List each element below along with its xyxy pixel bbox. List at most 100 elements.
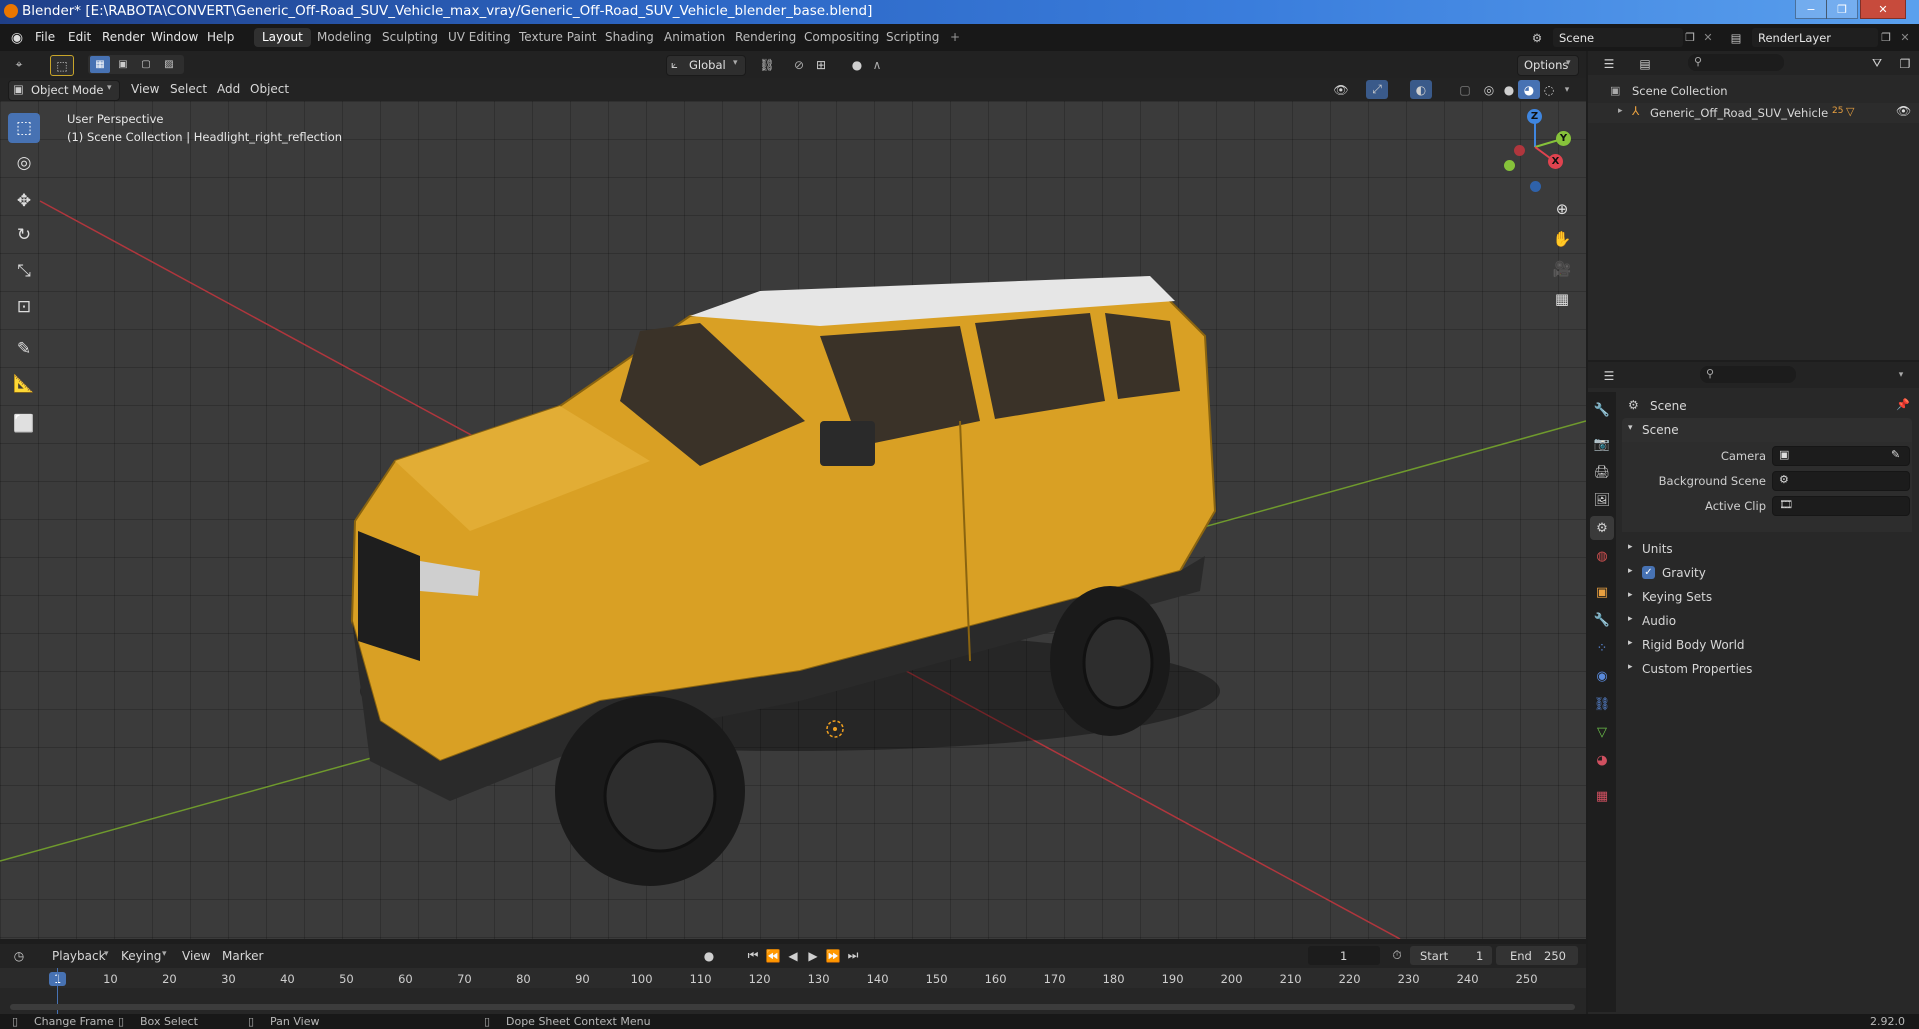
3d-viewport[interactable]: User Perspective (1) Scene Collection | … (0, 101, 1586, 939)
current-frame-field[interactable]: 1 (1308, 946, 1380, 965)
panel-gravity[interactable]: ▸ ✓ Gravity (1622, 562, 1912, 584)
properties-search-input[interactable]: ⚲ (1700, 366, 1796, 383)
select-extend-icon[interactable]: ▣ (113, 56, 133, 73)
menu-render[interactable]: Render (102, 30, 145, 44)
select-new-icon[interactable]: ▦ (90, 56, 110, 73)
navigation-gizmo[interactable]: Z Y X (1490, 109, 1580, 199)
timeline-editor-type-icon[interactable]: ◷ (8, 946, 30, 965)
outliner-search-input[interactable]: ⚲ (1688, 54, 1784, 71)
filter-icon[interactable]: ⛛ (1866, 54, 1888, 73)
material-props-tab-icon[interactable]: ◕ (1590, 748, 1614, 772)
chevron-down-icon[interactable]: ▾ (1560, 82, 1574, 98)
tab-sculpting[interactable]: Sculpting (374, 28, 446, 47)
scale-tool-icon[interactable]: ⤡ (8, 256, 40, 286)
maximize-button[interactable]: ❐ (1826, 0, 1858, 19)
shading-solid-icon[interactable]: ● (1498, 80, 1520, 99)
add-cube-tool-icon[interactable]: ⬜ (8, 409, 40, 439)
active-clip-field[interactable]: 🎞 (1772, 496, 1910, 516)
gizmo-x-axis[interactable]: X (1548, 154, 1563, 169)
texture-props-tab-icon[interactable]: ▦ (1590, 784, 1614, 808)
pan-hand-icon[interactable]: ✋ (1548, 225, 1576, 253)
shading-material-icon[interactable]: ◕ (1518, 80, 1540, 99)
gizmo-neg-z[interactable] (1530, 181, 1541, 192)
scene-section-header[interactable]: ▾ Scene (1622, 418, 1912, 442)
add-workspace-button[interactable]: + (942, 28, 968, 47)
play-reverse-icon[interactable]: ◀ (782, 946, 804, 965)
menu-file[interactable]: File (35, 30, 55, 44)
menu-add[interactable]: Add (217, 82, 240, 96)
shading-rendered-icon[interactable]: ◌ (1538, 80, 1560, 99)
timeline-ruler[interactable]: 1102030405060708090100110120130140150160… (0, 968, 1586, 988)
expand-arrow-icon[interactable]: ▸ (1618, 106, 1623, 116)
display-mode-icon[interactable]: ▤ (1634, 54, 1656, 73)
camera-field[interactable]: ▣ ✎ (1772, 446, 1910, 466)
visibility-selectability-icon[interactable]: 👁 (1330, 80, 1352, 99)
cursor-tool-icon[interactable]: ◎ (8, 148, 40, 178)
tab-uv-editing[interactable]: UV Editing (440, 28, 519, 47)
properties-editor-type-icon[interactable]: ☰ (1598, 366, 1620, 385)
panel-custom-properties[interactable]: ▸ Custom Properties (1622, 658, 1912, 680)
eyedropper-icon[interactable]: ✎ (1891, 448, 1900, 461)
render-layer-selector[interactable]: RenderLayer (1752, 28, 1878, 47)
auto-keying-icon[interactable]: ● (698, 946, 720, 965)
tab-compositing[interactable]: Compositing (796, 28, 887, 47)
mode-dropdown[interactable]: ▣ Object Mode ▾ (8, 80, 120, 101)
proportional-falloff-icon[interactable]: ∧ (866, 55, 888, 74)
new-scene-icon[interactable]: ❐ (1681, 28, 1699, 47)
outliner-row[interactable]: ▸ ⅄ Generic_Off_Road_SUV_Vehicle 25 ▽ 👁 (1588, 103, 1919, 123)
menu-help[interactable]: Help (207, 30, 234, 44)
menu-select[interactable]: Select (170, 82, 207, 96)
select-tool-icon[interactable]: ⬚ (8, 113, 40, 143)
annotate-tool-icon[interactable]: ✎ (8, 334, 40, 364)
menu-object[interactable]: Object (250, 82, 289, 96)
menu-timeline-view[interactable]: View (182, 949, 210, 963)
panel-rigid-body-world[interactable]: ▸ Rigid Body World (1622, 634, 1912, 656)
new-collection-icon[interactable]: ❐ (1894, 54, 1916, 73)
minimize-button[interactable]: − (1795, 0, 1827, 19)
tab-layout[interactable]: Layout (254, 28, 311, 47)
menu-edit[interactable]: Edit (68, 30, 91, 44)
new-view-layer-icon[interactable]: ❐ (1877, 28, 1895, 47)
show-gizmo-icon[interactable]: ⤢ (1366, 80, 1388, 99)
end-frame-field[interactable]: End 250 (1496, 946, 1578, 965)
modifier-props-tab-icon[interactable]: 🔧 (1590, 608, 1614, 632)
pin-icon[interactable]: 📌 (1896, 398, 1910, 411)
object-props-tab-icon[interactable]: ▣ (1590, 580, 1614, 604)
camera-view-icon[interactable]: 🎥 (1548, 255, 1576, 283)
select-invert-icon[interactable]: ▨ (159, 56, 179, 73)
jump-keyframe-back-icon[interactable]: ⏪ (762, 946, 784, 965)
blender-menu-icon[interactable]: ◉ (8, 29, 26, 47)
close-button[interactable]: ✕ (1860, 0, 1906, 19)
background-scene-field[interactable]: ⚙ (1772, 471, 1910, 491)
snap-target-icon[interactable]: ⊞ (810, 55, 832, 74)
transform-orientation-dropdown[interactable]: ⟀ Global ▾ (666, 55, 746, 76)
jump-keyframe-forward-icon[interactable]: ⏩ (822, 946, 844, 965)
jump-start-icon[interactable]: ⏮ (742, 946, 764, 965)
delete-scene-icon[interactable]: ✕ (1700, 28, 1716, 47)
gizmo-z-axis[interactable]: Z (1527, 109, 1542, 124)
gizmo-y-axis[interactable]: Y (1556, 131, 1571, 146)
rotate-tool-icon[interactable]: ↻ (8, 220, 40, 250)
gravity-checkbox[interactable]: ✓ (1642, 566, 1655, 579)
select-subtract-icon[interactable]: ▢ (136, 56, 156, 73)
zoom-icon[interactable]: ⊕ (1548, 195, 1576, 223)
tab-scripting[interactable]: Scripting (878, 28, 947, 47)
tab-texture-paint[interactable]: Texture Paint (511, 28, 604, 47)
tab-shading[interactable]: Shading (597, 28, 662, 47)
view-layer-props-tab-icon[interactable]: 🖼 (1590, 488, 1614, 512)
render-props-tab-icon[interactable]: 📷 (1590, 432, 1614, 456)
shading-wireframe-icon[interactable]: ◎ (1478, 80, 1500, 99)
start-frame-field[interactable]: Start 1 (1410, 946, 1492, 965)
panel-keying-sets[interactable]: ▸ Keying Sets (1622, 586, 1912, 608)
chevron-down-icon[interactable]: ▾ (1894, 368, 1908, 382)
tab-animation[interactable]: Animation (656, 28, 733, 47)
outliner-editor-type-icon[interactable]: ☰ (1598, 54, 1620, 73)
xray-toggle-icon[interactable]: ▢ (1454, 80, 1476, 99)
editor-type-icon[interactable]: ⌖ (8, 55, 30, 74)
pivot-point-icon[interactable]: ⛓ (756, 55, 778, 74)
tab-rendering[interactable]: Rendering (727, 28, 804, 47)
options-dropdown[interactable]: Options ▾ (1517, 55, 1579, 76)
timeline-scrollbar[interactable] (10, 1004, 1575, 1010)
tool-props-tab-icon[interactable]: 🔧 (1590, 398, 1614, 422)
gizmo-neg-y[interactable] (1504, 160, 1515, 171)
